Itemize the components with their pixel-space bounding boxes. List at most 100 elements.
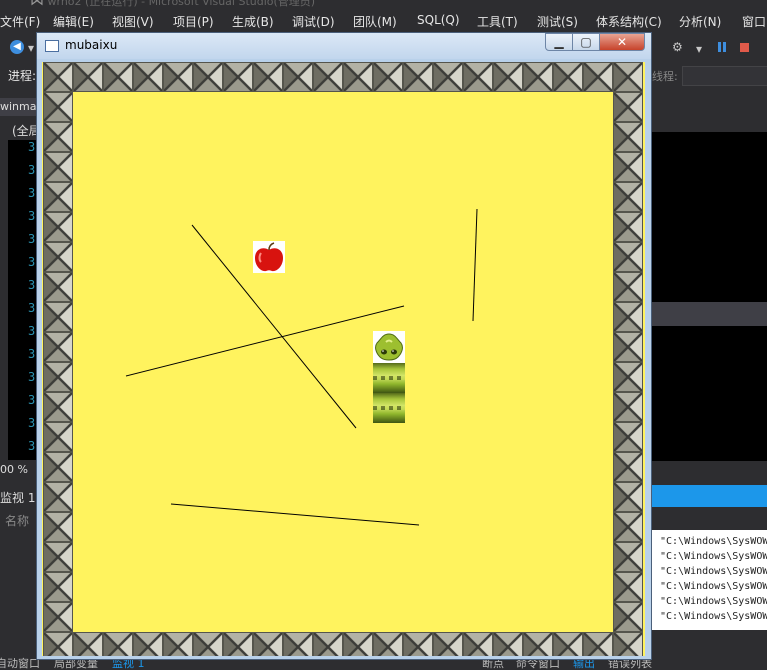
dropdown-arrow-icon[interactable]: ▾ bbox=[28, 41, 34, 55]
wall-tile bbox=[613, 242, 643, 272]
tab-error-list[interactable]: 错误列表 bbox=[608, 658, 652, 669]
name-column-header[interactable]: 名称 bbox=[5, 512, 29, 529]
thread-label: 线程: bbox=[652, 70, 678, 83]
wall-tile bbox=[403, 62, 433, 92]
debug-toolbar-icon[interactable]: ⚙ bbox=[672, 40, 683, 54]
tab-output[interactable]: 输出 bbox=[573, 658, 595, 669]
minimize-button[interactable]: ▁ bbox=[545, 33, 573, 51]
wall-tile bbox=[613, 542, 643, 572]
zoom-level[interactable]: 00 % bbox=[0, 463, 28, 476]
wall-tile bbox=[43, 182, 73, 212]
line-number: 3 bbox=[28, 232, 36, 246]
menu-architecture[interactable]: 体系结构(C) bbox=[596, 13, 662, 30]
wall-tile bbox=[43, 302, 73, 332]
wall-tile bbox=[133, 62, 163, 92]
line-number: 3 bbox=[28, 370, 36, 384]
line-number: 3 bbox=[28, 140, 36, 154]
line-number: 3 bbox=[28, 416, 36, 430]
tab-breakpoints[interactable]: 断点 bbox=[482, 658, 504, 669]
line-number: 3 bbox=[28, 393, 36, 407]
tab-watch-1[interactable]: 监视 1 bbox=[112, 658, 145, 669]
wall-tile bbox=[43, 152, 73, 182]
maximize-button[interactable]: ▢ bbox=[572, 33, 600, 51]
wall-tile bbox=[163, 62, 193, 92]
wall-tile bbox=[613, 482, 643, 512]
wall-tile bbox=[433, 632, 463, 656]
wall-tile bbox=[43, 392, 73, 422]
wall-tile bbox=[613, 122, 643, 152]
snake-body-segment bbox=[373, 363, 405, 393]
menu-build[interactable]: 生成(B) bbox=[232, 13, 274, 30]
tab-locals[interactable]: 局部变量 bbox=[54, 658, 98, 669]
output-line: "C:\Windows\SysWOW bbox=[660, 566, 767, 577]
tab-command[interactable]: 命令窗口 bbox=[516, 658, 560, 669]
line-number: 3 bbox=[28, 209, 36, 223]
menu-file[interactable]: 文件(F) bbox=[0, 13, 40, 30]
menu-debug[interactable]: 调试(D) bbox=[292, 13, 335, 30]
watch-window-title: 监视 1 bbox=[0, 491, 36, 505]
right-pane-header bbox=[652, 302, 767, 326]
tab-autos[interactable]: 自动窗口 bbox=[0, 658, 40, 669]
wall-tile bbox=[43, 512, 73, 542]
menu-project[interactable]: 项目(P) bbox=[173, 13, 214, 30]
wall-tile bbox=[193, 62, 223, 92]
menu-analyze[interactable]: 分析(N) bbox=[679, 13, 721, 30]
wall-tile bbox=[283, 62, 313, 92]
menu-sql[interactable]: SQL(Q) bbox=[417, 13, 460, 27]
wall-tile bbox=[343, 62, 373, 92]
dropdown-arrow-icon[interactable]: ▾ bbox=[696, 42, 702, 56]
wall-tile bbox=[43, 272, 73, 302]
wall-tile bbox=[73, 632, 103, 656]
wall-tile bbox=[43, 482, 73, 512]
menu-tools[interactable]: 工具(T) bbox=[477, 13, 518, 30]
wall-tile bbox=[613, 92, 643, 122]
wall-tile bbox=[613, 422, 643, 452]
wall-tile bbox=[133, 632, 163, 656]
stop-icon[interactable] bbox=[740, 43, 749, 52]
wall-tile bbox=[43, 212, 73, 242]
output-line: "C:\Windows\SysWOW bbox=[660, 611, 767, 622]
wall-tile bbox=[553, 632, 583, 656]
wall-tile bbox=[43, 122, 73, 152]
wall-tile bbox=[613, 182, 643, 212]
wall-tile bbox=[373, 632, 403, 656]
navigate-back-icon[interactable]: ◀ bbox=[10, 40, 24, 54]
wall-tile bbox=[163, 632, 193, 656]
game-window: mubaixu ▁ ▢ ✕ bbox=[36, 32, 652, 660]
wall-tile bbox=[613, 302, 643, 332]
thread-select[interactable] bbox=[682, 66, 767, 86]
menu-view[interactable]: 视图(V) bbox=[112, 13, 154, 30]
wall-tile bbox=[613, 572, 643, 602]
pause-icon[interactable] bbox=[718, 42, 726, 52]
wall-tile bbox=[223, 632, 253, 656]
wall-tile bbox=[253, 62, 283, 92]
wall-tile bbox=[73, 62, 103, 92]
wall-tile bbox=[43, 242, 73, 272]
visual-studio-icon: ⋈ bbox=[30, 0, 44, 9]
output-line: "C:\Windows\SysWOW bbox=[660, 596, 767, 607]
wall-tile bbox=[463, 62, 493, 92]
wall-tile bbox=[313, 62, 343, 92]
wall-tile bbox=[43, 632, 73, 656]
window-titlebar[interactable]: mubaixu ▁ ▢ ✕ bbox=[37, 33, 651, 59]
wall-tile bbox=[253, 632, 283, 656]
line-number: 3 bbox=[28, 439, 36, 453]
menu-edit[interactable]: 编辑(E) bbox=[53, 13, 94, 30]
wall-tile bbox=[43, 362, 73, 392]
menu-team[interactable]: 团队(M) bbox=[353, 13, 397, 30]
document-tab[interactable]: winmai bbox=[0, 98, 40, 116]
wall-tile bbox=[613, 512, 643, 542]
wall-tile bbox=[193, 632, 223, 656]
line-number: 3 bbox=[28, 186, 36, 200]
window-app-icon[interactable] bbox=[45, 40, 59, 52]
game-canvas[interactable] bbox=[42, 62, 645, 656]
wall-tile bbox=[223, 62, 253, 92]
menu-window[interactable]: 窗口 bbox=[742, 13, 766, 30]
wall-tile bbox=[553, 62, 583, 92]
wall-tile bbox=[523, 632, 553, 656]
obstacle-line bbox=[170, 503, 420, 526]
menu-test[interactable]: 测试(S) bbox=[537, 13, 578, 30]
wall-tile bbox=[463, 632, 493, 656]
close-button[interactable]: ✕ bbox=[599, 33, 645, 51]
wall-tile bbox=[613, 602, 643, 632]
